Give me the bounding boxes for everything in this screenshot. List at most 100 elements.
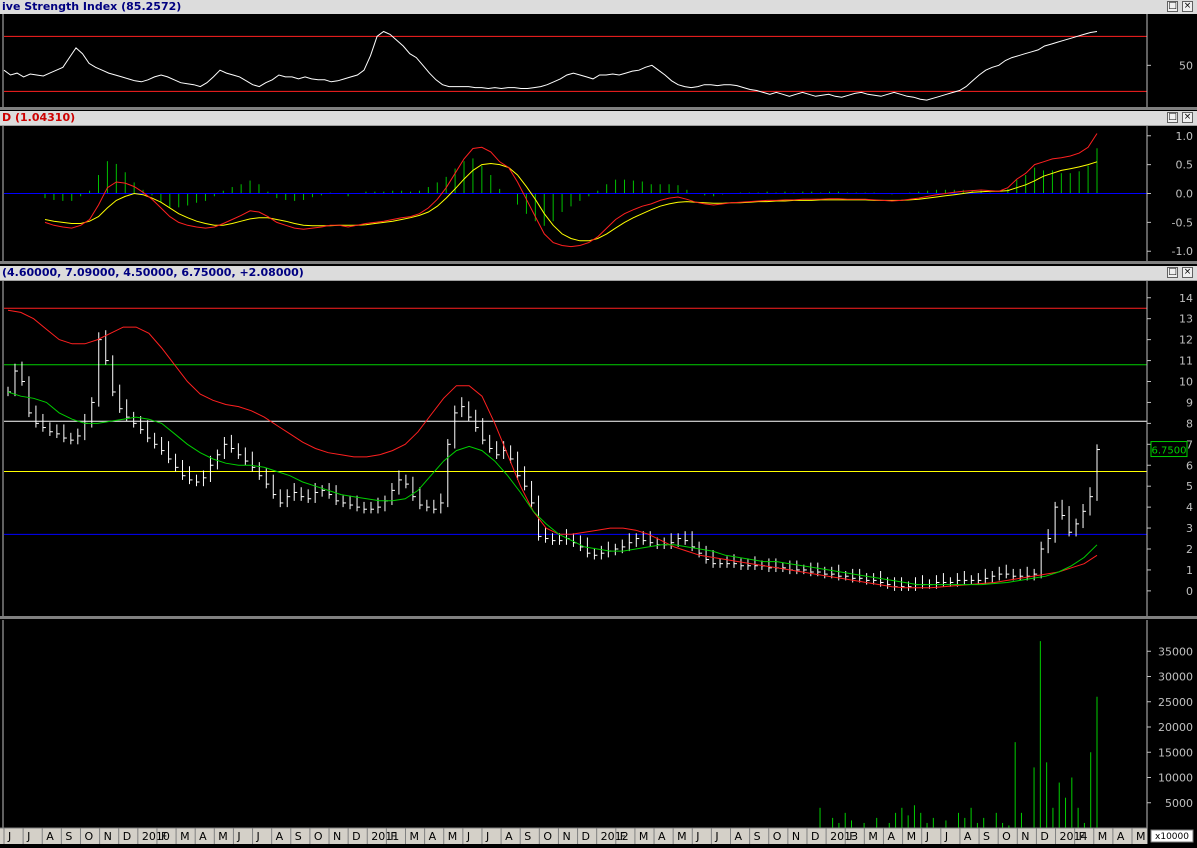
volume-panel: 35000 30000 25000 20000 15000 10000 5000 x10000…	[0, 620, 1197, 844]
y-tick-label: 8	[1186, 417, 1193, 430]
x-axis-label: J	[714, 830, 718, 843]
x-axis-label: A	[735, 830, 743, 843]
y-tick-label: 50	[1179, 59, 1193, 72]
x-axis-label: A	[46, 830, 54, 843]
y-tick-label: 3	[1186, 522, 1193, 535]
y-tick-label: 0.0	[1176, 188, 1194, 201]
x-axis-label: M	[180, 830, 190, 843]
rsi-line	[3, 30, 1098, 101]
x-axis-label: N	[562, 830, 570, 843]
y-tick-label: 35000	[1158, 645, 1193, 658]
x-axis-label: S	[754, 830, 761, 843]
x-axis-label: A	[887, 830, 895, 843]
last-price-label: 6.7500	[1152, 446, 1187, 457]
x-axis-label: A	[505, 830, 513, 843]
price-restore-button[interactable]: □	[1167, 267, 1178, 278]
x-axis-label: J	[7, 830, 11, 843]
x-axis-label: A	[429, 830, 437, 843]
y-tick-label: 2	[1186, 543, 1193, 556]
x-axis-label: O	[1002, 830, 1011, 843]
price-titlebar: (4.60000, 7.09000, 4.50000, 6.75000, +2.…	[0, 266, 1197, 281]
x-axis-label: S	[295, 830, 302, 843]
y-tick-label: 9	[1186, 396, 1193, 409]
y-tick-label: 12	[1179, 334, 1193, 347]
x-axis-label: F	[1079, 830, 1085, 843]
x-axis-label: J	[944, 830, 948, 843]
macd-panel: 1.0 0.5 0.0 -0.5 -1.0	[0, 126, 1197, 261]
y-tick-label: 14	[1179, 292, 1193, 305]
y-tick-label: 10000	[1158, 772, 1193, 785]
x-axis-label: S	[524, 830, 531, 843]
macd-titlebar: D (1.04310) □ ×	[0, 111, 1197, 126]
ma-slow-line	[7, 309, 1098, 589]
rsi-titlebar: ive Strength Index (85.2572) □ ×	[0, 0, 1197, 15]
y-tick-label: 15000	[1158, 746, 1193, 759]
y-tick-label: 20000	[1158, 721, 1193, 734]
macd-restore-button[interactable]: □	[1167, 112, 1178, 123]
macd-chart: 1.0 0.5 0.0 -0.5 -1.0	[2, 126, 1197, 261]
panel-divider[interactable]	[0, 261, 1197, 264]
y-tick-label: 5	[1186, 480, 1193, 493]
y-tick-label: 6	[1186, 459, 1193, 472]
rsi-panel: 50	[0, 14, 1197, 107]
macd-close-button[interactable]: ×	[1182, 112, 1193, 123]
x-axis-label: A	[964, 830, 972, 843]
x-axis-label: O	[84, 830, 93, 843]
price-chart: 141312111098765432106.7500	[2, 281, 1197, 616]
x-axis-label: D	[123, 830, 131, 843]
x-axis-label: J	[466, 830, 470, 843]
y-tick-label: 0.5	[1176, 159, 1194, 172]
y-tick-label: 0	[1186, 585, 1193, 598]
x-axis-label: J	[695, 830, 699, 843]
x-axis-label: J	[925, 830, 929, 843]
x-axis-label: O	[543, 830, 552, 843]
y-tick-label: 1.0	[1176, 130, 1194, 143]
x-axis-label: J	[485, 830, 489, 843]
y-tick-label: 5000	[1165, 797, 1193, 810]
x-axis-label: N	[333, 830, 341, 843]
panel-divider[interactable]	[0, 616, 1197, 619]
volume-chart: 35000 30000 25000 20000 15000 10000 5000 x10000…	[0, 620, 1197, 844]
y-tick-label: 13	[1179, 313, 1193, 326]
x-axis-label: A	[1117, 830, 1125, 843]
x-axis-label: D	[1040, 830, 1048, 843]
x-axis-label: A	[199, 830, 207, 843]
y-tick-label: 11	[1179, 355, 1193, 368]
x-axis-label: M	[868, 830, 878, 843]
panel-divider[interactable]	[0, 107, 1197, 110]
x-axis-label: N	[1021, 830, 1029, 843]
x-axis-label: O	[314, 830, 323, 843]
x-axis-label: F	[161, 830, 167, 843]
x-axis-label: M	[1136, 830, 1146, 843]
rsi-title: ive Strength Index (85.2572)	[2, 0, 182, 13]
y-tick-label: 30000	[1158, 671, 1193, 684]
x-axis-label: N	[104, 830, 112, 843]
y-tick-label: 25000	[1158, 696, 1193, 709]
y-tick-label: -1.0	[1172, 245, 1193, 258]
x-axis-label: A	[658, 830, 666, 843]
x-axis-label: M	[1098, 830, 1108, 843]
price-close-button[interactable]: ×	[1182, 267, 1193, 278]
price-title: (4.60000, 7.09000, 4.50000, 6.75000, +2.…	[2, 266, 304, 279]
rsi-restore-button[interactable]: □	[1167, 1, 1178, 12]
rsi-close-button[interactable]: ×	[1182, 1, 1193, 12]
x-axis-label: J	[256, 830, 260, 843]
x-axis-label: F	[849, 830, 855, 843]
x-axis-label: M	[409, 830, 419, 843]
x-axis-label: S	[65, 830, 72, 843]
x-axis-strip	[0, 828, 1147, 844]
x-axis-label: M	[218, 830, 228, 843]
y-tick-label: 1	[1186, 564, 1193, 577]
x-axis-label: M	[677, 830, 687, 843]
x-axis-label: D	[352, 830, 360, 843]
x-axis-label: M	[907, 830, 917, 843]
y-tick-label: 10	[1179, 376, 1193, 389]
x-axis-label: A	[276, 830, 284, 843]
x-axis-label: S	[983, 830, 990, 843]
x-axis-label: F	[620, 830, 626, 843]
x-axis-label: D	[582, 830, 590, 843]
macd-line	[44, 133, 1098, 248]
price-panel: 14 13 12 11 10 9 8 7 6 5 4 3 2 1 0 6.7500	[0, 281, 1197, 616]
x-axis-label: J	[236, 830, 240, 843]
x-axis-label: O	[773, 830, 782, 843]
